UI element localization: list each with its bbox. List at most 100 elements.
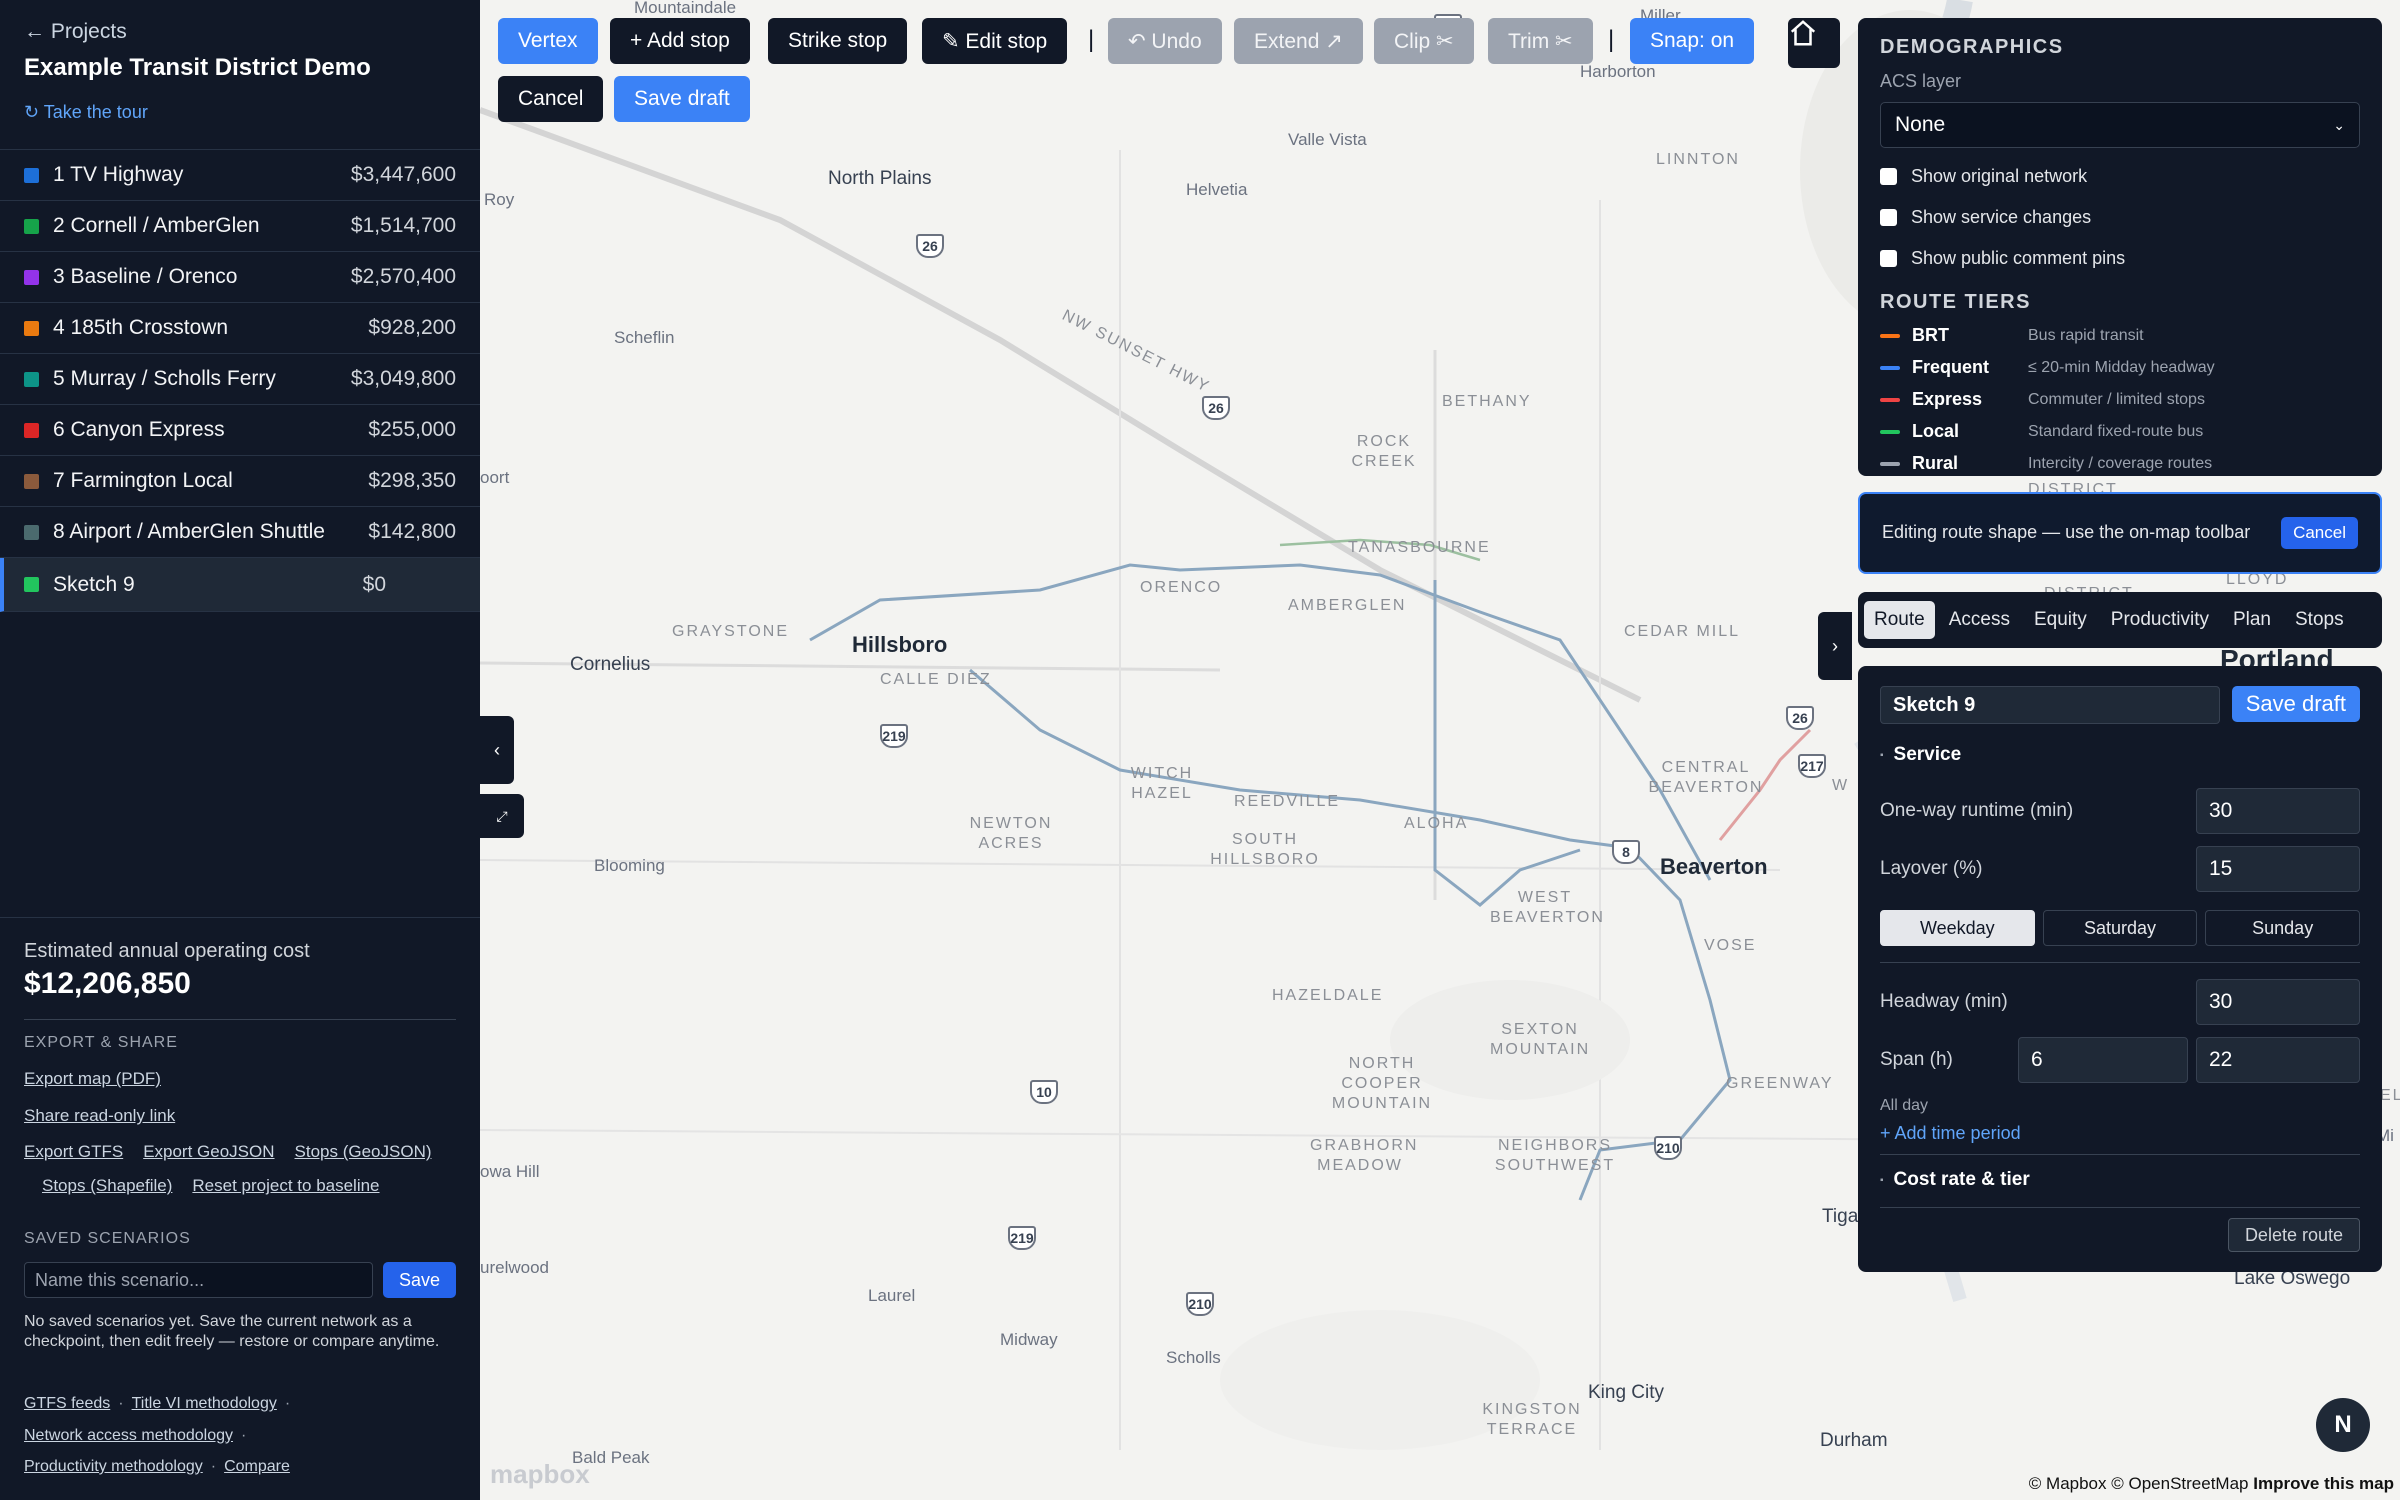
cost-rate-section-toggle[interactable]: ▪ Cost rate & tier xyxy=(1880,1169,2360,1191)
save-scenario-button[interactable]: Save xyxy=(382,1262,456,1299)
share-link[interactable]: Share read-only link xyxy=(24,1106,456,1126)
route-list-item[interactable]: 6 Canyon Express $255,000 xyxy=(0,405,480,456)
map-label: owa Hill xyxy=(480,1162,540,1181)
tab-plan[interactable]: Plan xyxy=(2223,601,2281,639)
route-name-row: Sketch 9 Save draft xyxy=(1880,686,2360,724)
clip-button[interactable]: Clip ✂ xyxy=(1374,18,1474,64)
span-start-input[interactable]: 6 xyxy=(2018,1037,2188,1083)
route-list-item[interactable]: 3 Baseline / Orenco $2,570,400 xyxy=(0,252,480,303)
edit-stop-button[interactable]: ✎ Edit stop xyxy=(922,18,1068,64)
cancel-edit-button[interactable]: Cancel xyxy=(498,76,604,122)
layover-input[interactable]: 15 xyxy=(2196,846,2360,892)
chevron-right-icon: › xyxy=(1832,635,1838,656)
title-vi-link[interactable]: Title VI methodology xyxy=(132,1388,277,1419)
headway-input[interactable]: 30 xyxy=(2196,979,2360,1025)
expand-map-button[interactable]: ⤢ xyxy=(480,794,524,838)
stops-shapefile-link[interactable]: Stops (Shapefile) xyxy=(42,1176,172,1196)
route-list-item[interactable]: 8 Airport / AmberGlen Shuttle $142,800 xyxy=(0,507,480,558)
checkbox-label: Show service changes xyxy=(1911,207,2092,227)
divider xyxy=(24,1019,456,1021)
acs-layer-select[interactable]: None ⌄ xyxy=(1880,102,2360,148)
highway-shield: 210 xyxy=(1654,1136,1682,1160)
layover-field: Layover (%) 15 xyxy=(1880,846,2360,892)
cancel-edit-banner-button[interactable]: Cancel xyxy=(2281,517,2358,549)
network-access-link[interactable]: Network access methodology xyxy=(24,1420,233,1451)
highway-shield: 26 xyxy=(1786,706,1814,730)
route-name-input[interactable]: Sketch 9 xyxy=(1880,686,2220,724)
tier-color-line xyxy=(1880,365,1900,370)
back-to-projects-link[interactable]: ← Projects xyxy=(24,20,456,44)
day-sunday-button[interactable]: Sunday xyxy=(2205,910,2361,946)
add-time-period-link[interactable]: + Add time period xyxy=(1880,1123,2360,1144)
service-section-toggle[interactable]: ▪ Service xyxy=(1880,744,2360,766)
checkbox-box[interactable] xyxy=(1880,250,1897,267)
route-list-item[interactable]: 5 Murray / Scholls Ferry $3,049,800 xyxy=(0,354,480,405)
home-button[interactable] xyxy=(1788,18,1840,68)
tab-productivity[interactable]: Productivity xyxy=(2101,601,2219,639)
compare-link[interactable]: Compare xyxy=(224,1451,290,1482)
runtime-input[interactable]: 30 xyxy=(2196,788,2360,834)
tab-stops[interactable]: Stops xyxy=(2285,601,2354,639)
home-icon xyxy=(1790,20,1816,46)
extend-button[interactable]: Extend ↗ xyxy=(1234,18,1363,64)
route-cost: $298,350 xyxy=(368,469,456,492)
route-list-item[interactable]: 2 Cornell / AmberGlen $1,514,700 xyxy=(0,201,480,252)
map-label: NEIGHBORS SOUTHWEST xyxy=(1494,1137,1616,1174)
tab-access[interactable]: Access xyxy=(1939,601,2020,639)
checkbox-box[interactable] xyxy=(1880,209,1897,226)
save-draft-toolbar-button[interactable]: Save draft xyxy=(614,76,750,122)
checkbox-box[interactable] xyxy=(1880,168,1897,185)
add-stop-button[interactable]: + Add stop xyxy=(610,18,750,64)
take-tour-link[interactable]: ↻ Take the tour xyxy=(24,102,456,123)
undo-button[interactable]: ↶ Undo xyxy=(1108,18,1222,64)
stops-geojson-link[interactable]: Stops (GeoJSON) xyxy=(295,1142,432,1162)
save-draft-button[interactable]: Save draft xyxy=(2231,686,2360,722)
export-pdf-link[interactable]: Export map (PDF) xyxy=(24,1069,456,1089)
map-label: ROCK CREEK xyxy=(1351,433,1417,470)
day-selector: Weekday Saturday Sunday xyxy=(1880,910,2361,946)
show-changes-checkbox[interactable]: Show service changes xyxy=(1880,207,2360,228)
route-color-swatch xyxy=(24,167,39,183)
tab-equity[interactable]: Equity xyxy=(2024,601,2097,639)
route-tiers-list: BRT Bus rapid transit Frequent ≤ 20-min Mid… xyxy=(1880,325,2360,474)
improve-map-link[interactable]: Improve this map xyxy=(2253,1474,2394,1493)
map-label: REEDVILLE xyxy=(1234,793,1341,810)
route-cost: $255,000 xyxy=(368,418,456,441)
route-list-item[interactable]: 1 TV Highway $3,447,600 xyxy=(0,150,480,201)
attribution-text[interactable]: © Mapbox © OpenStreetMap xyxy=(2029,1474,2249,1493)
vertex-tool-button[interactable]: Vertex xyxy=(498,18,598,64)
scenario-name-input[interactable] xyxy=(24,1262,373,1299)
headway-label: Headway (min) xyxy=(1880,991,2008,1012)
reset-project-link[interactable]: Reset project to baseline xyxy=(192,1176,379,1196)
map-label: Scheflin xyxy=(614,328,675,347)
snap-toggle-button[interactable]: Snap: on xyxy=(1630,18,1755,64)
day-saturday-button[interactable]: Saturday xyxy=(2042,910,2198,946)
route-list-item[interactable]: 7 Farmington Local $298,350 xyxy=(0,456,480,507)
span-end-input[interactable]: 22 xyxy=(2196,1037,2360,1083)
collapse-sidebar-button[interactable]: ‹ xyxy=(480,716,514,784)
show-pins-checkbox[interactable]: Show public comment pins xyxy=(1880,248,2360,269)
strike-stop-button[interactable]: Strike stop xyxy=(768,18,908,64)
map-label: Scholls xyxy=(1166,1348,1221,1367)
export-geojson-link[interactable]: Export GeoJSON xyxy=(143,1142,274,1162)
trim-button[interactable]: Trim ✂ xyxy=(1488,18,1593,64)
route-name: 3 Baseline / Orenco xyxy=(53,265,238,288)
delete-route-button[interactable]: Delete route xyxy=(2227,1218,2360,1252)
show-original-checkbox[interactable]: Show original network xyxy=(1880,166,2360,187)
headway-field: Headway (min) 30 xyxy=(1880,979,2360,1025)
toolbar-separator: | xyxy=(1088,26,1095,53)
route-list-item[interactable]: 4 185th Crosstown $928,200 xyxy=(0,303,480,354)
productivity-link[interactable]: Productivity methodology xyxy=(24,1451,203,1482)
map-attribution: © Mapbox © OpenStreetMap Improve this ma… xyxy=(2029,1474,2394,1494)
route-name: 5 Murray / Scholls Ferry xyxy=(53,367,276,390)
gtfs-feeds-link[interactable]: GTFS feeds xyxy=(24,1388,110,1419)
export-gtfs-link[interactable]: Export GTFS xyxy=(24,1142,123,1162)
route-name: 7 Farmington Local xyxy=(53,469,233,492)
tab-route[interactable]: Route xyxy=(1864,601,1935,639)
tier-description: ≤ 20-min Midday headway xyxy=(2028,358,2215,376)
collapse-panel-button[interactable]: › xyxy=(1818,612,1852,680)
compass-north-button[interactable]: N xyxy=(2316,1398,2370,1452)
route-list-item[interactable]: Sketch 9 $0 xyxy=(0,558,480,612)
map-label: WEST BEAVERTON xyxy=(1490,889,1605,926)
day-weekday-button[interactable]: Weekday xyxy=(1880,910,2035,946)
